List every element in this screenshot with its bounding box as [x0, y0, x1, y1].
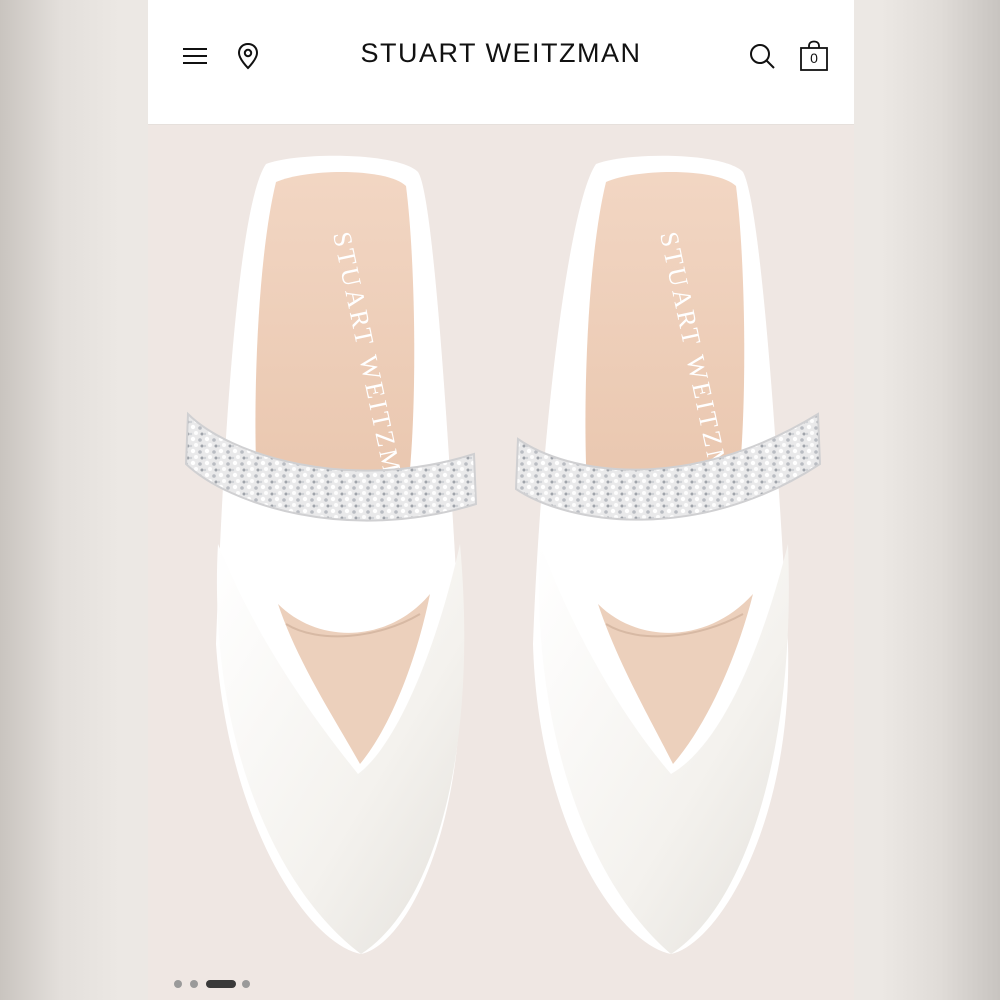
site-header: STUART WEITZMAN 0	[148, 0, 854, 125]
bag-count: 0	[810, 50, 818, 66]
shoe-photo: STUART WEITZMAN STUART WEITZMAN	[184, 155, 822, 955]
carousel-dot[interactable]	[242, 980, 250, 988]
left-shoe: STUART WEITZMAN	[184, 155, 478, 955]
carousel-dot[interactable]	[190, 980, 198, 988]
carousel-dot[interactable]	[174, 980, 182, 988]
product-page: STUART WEITZMAN 0 STUART WEITZMAN STUART…	[148, 0, 854, 1000]
shopping-bag-button[interactable]: 0	[798, 40, 830, 72]
right-shoe: STUART WEITZMAN	[514, 155, 822, 955]
product-image[interactable]: STUART WEITZMAN STUART WEITZMAN	[148, 124, 854, 1000]
carousel-dot-active[interactable]	[206, 980, 236, 988]
search-button[interactable]	[746, 40, 778, 72]
search-icon	[750, 44, 775, 69]
